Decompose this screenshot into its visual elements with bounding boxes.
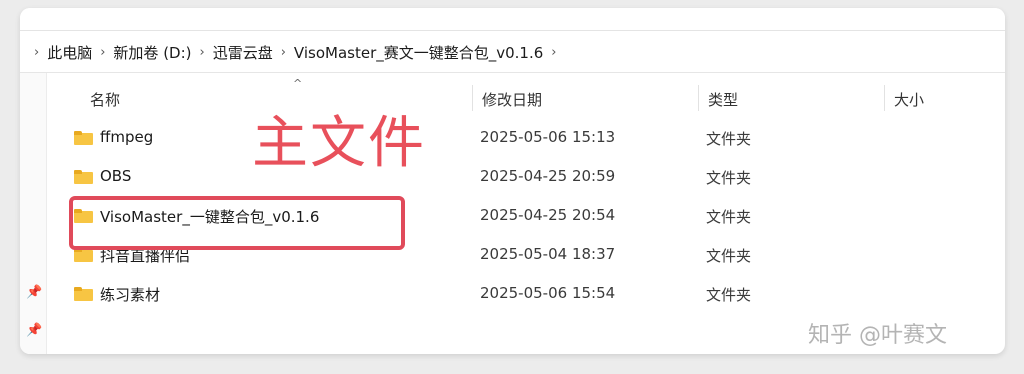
chevron-right-icon[interactable]: ›	[200, 45, 205, 60]
file-name[interactable]: ffmpeg	[100, 128, 153, 146]
file-name[interactable]: OBS	[100, 167, 131, 185]
file-modified: 2025-04-25 20:54	[480, 206, 616, 224]
chevron-right-icon[interactable]: ›	[281, 45, 286, 60]
file-modified: 2025-05-06 15:13	[480, 128, 616, 146]
breadcrumb-item-this-pc[interactable]: 此电脑	[47, 42, 92, 63]
file-type: 文件夹	[706, 169, 752, 187]
watermark: 知乎 @叶赛文	[808, 323, 947, 348]
folder-icon	[74, 287, 93, 301]
file-row[interactable]: OBS 2025-04-25 20:59 文件夹	[46, 158, 1005, 197]
file-explorer-window: › 此电脑 › 新加卷 (D:) › 迅雷云盘 › VisoMaster_赛文一…	[20, 8, 1005, 354]
chevron-right-icon[interactable]: ›	[100, 45, 105, 60]
highlight-box	[69, 196, 405, 250]
file-type: 文件夹	[706, 247, 752, 265]
breadcrumb[interactable]: › 此电脑 › 新加卷 (D:) › 迅雷云盘 › VisoMaster_赛文一…	[20, 32, 1005, 73]
breadcrumb-item-drive-d[interactable]: 新加卷 (D:)	[113, 42, 191, 63]
column-divider[interactable]	[472, 85, 473, 111]
file-modified: 2025-04-25 20:59	[480, 167, 616, 185]
file-modified: 2025-05-06 15:54	[480, 284, 616, 302]
folder-icon	[74, 170, 93, 184]
file-row[interactable]: 练习素材 2025-05-06 15:54 文件夹	[46, 275, 1005, 314]
column-header-size[interactable]: 大小	[894, 89, 924, 110]
file-modified: 2025-05-04 18:37	[480, 245, 616, 263]
file-type: 文件夹	[706, 130, 752, 148]
file-name[interactable]: 练习素材	[100, 284, 160, 305]
folder-icon	[74, 131, 93, 145]
file-type: 文件夹	[706, 286, 752, 304]
annotation-label: 主文件	[252, 111, 426, 176]
column-header-modified[interactable]: 修改日期	[482, 89, 542, 110]
column-divider[interactable]	[698, 85, 699, 111]
column-header-row: ^ 名称 修改日期 类型 大小	[46, 73, 1005, 119]
chevron-right-icon[interactable]: ›	[551, 45, 556, 60]
file-type: 文件夹	[706, 208, 752, 226]
column-header-name[interactable]: 名称	[90, 89, 120, 110]
breadcrumb-item-xunlei[interactable]: 迅雷云盘	[213, 42, 273, 63]
toolbar-strip	[20, 8, 1005, 31]
pin-icon[interactable]: 📌	[26, 323, 42, 338]
breadcrumb-item-current-folder[interactable]: VisoMaster_赛文一键整合包_v0.1.6	[294, 42, 543, 63]
file-row[interactable]: ffmpeg 2025-05-06 15:13 文件夹	[46, 119, 1005, 158]
column-divider[interactable]	[884, 85, 885, 111]
pin-icon[interactable]: 📌	[26, 285, 42, 300]
navigation-pane: 📌 📌	[20, 73, 47, 354]
sort-up-icon: ^	[293, 77, 303, 90]
folder-icon	[74, 248, 93, 262]
chevron-right-icon[interactable]: ›	[34, 45, 39, 60]
column-header-type[interactable]: 类型	[708, 89, 738, 110]
